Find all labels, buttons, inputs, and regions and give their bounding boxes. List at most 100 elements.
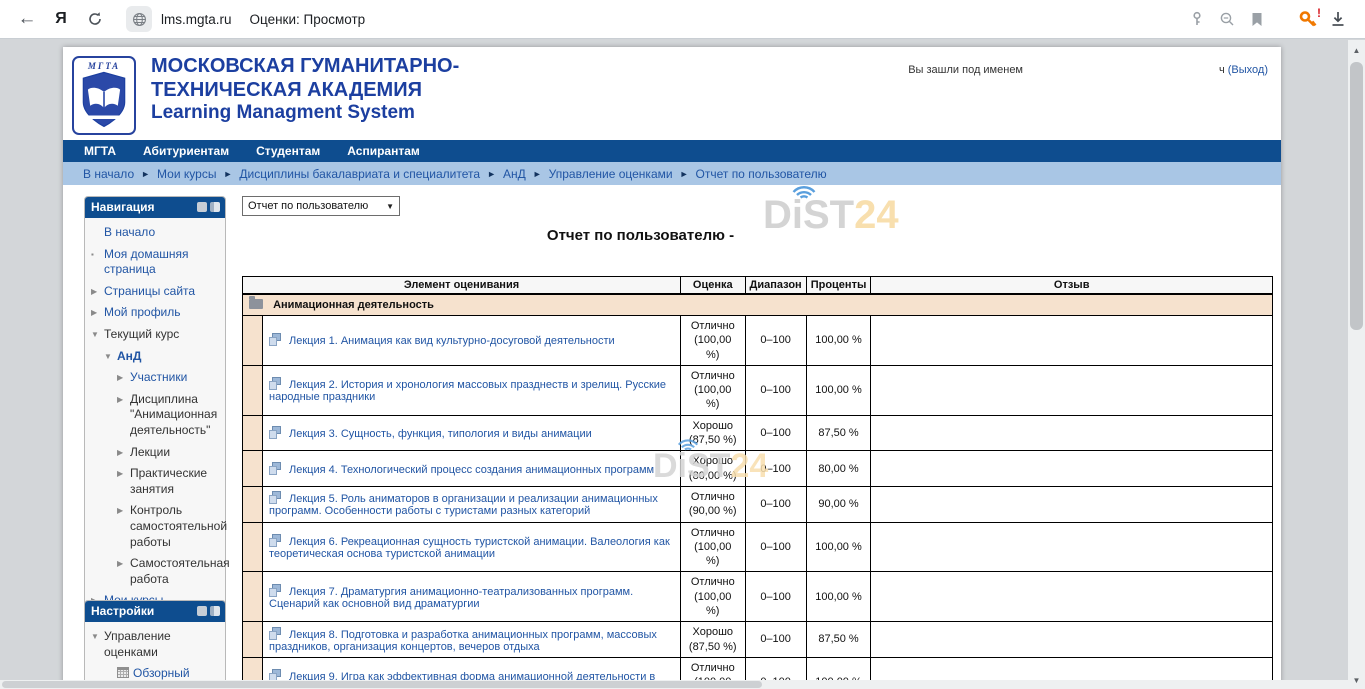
sidebar-tree-item[interactable]: ▶ Контроль самостоятельной работы: [91, 503, 222, 550]
breadcrumb-link[interactable]: Дисциплины бакалавриата и специалитета: [239, 167, 480, 181]
grade-item-cell: Лекция 1. Анимация как вид культурно-дос…: [263, 316, 681, 366]
lesson-icon: [269, 534, 282, 547]
percent-cell: 100,00 %: [806, 522, 871, 572]
grade-item-cell: Лекция 8. Подготовка и разработка анимац…: [263, 622, 681, 658]
bookmark-icon[interactable]: [1242, 4, 1272, 34]
grade-item-cell: Лекция 2. История и хронология массовых …: [263, 365, 681, 415]
folder-icon: [249, 299, 263, 309]
main-menu-item[interactable]: Аспирантам: [347, 144, 420, 158]
sidebar-tree-item[interactable]: ▶ Лекции: [91, 445, 222, 461]
grade-item-cell: Лекция 4. Технологический процесс создан…: [263, 451, 681, 487]
grade-item-link[interactable]: Лекция 3. Сущность, функция, типология и…: [289, 428, 592, 440]
scroll-up-arrow[interactable]: ▲: [1348, 42, 1365, 58]
breadcrumb-link[interactable]: Мои курсы: [157, 167, 216, 181]
navigation-block-title: Навигация: [91, 200, 155, 214]
feedback-cell: [871, 415, 1273, 451]
tree-marker-icon: ▶: [117, 556, 130, 587]
settings-block-title: Настройки: [91, 604, 154, 618]
category-cell: Анимационная деятельность: [243, 294, 1273, 316]
sidebar-tree-item[interactable]: ▼ Текущий курс: [91, 327, 222, 343]
sidebar-tree-item[interactable]: ▪ Моя домашняя страница: [91, 247, 222, 278]
sidebar-tree-item[interactable]: ▼ Управление оценками: [91, 629, 222, 660]
academy-title-line2: ТЕХНИЧЕСКАЯ АКАДЕМИЯ: [151, 79, 459, 103]
tree-marker-icon: [91, 225, 104, 241]
grade-item-link[interactable]: Лекция 2. История и хронология массовых …: [269, 379, 666, 403]
main-menu: МГТА Абитуриентам Студентам Аспирантам: [63, 140, 1281, 162]
feedback-cell: [871, 622, 1273, 658]
password-manager-icon[interactable]: [1182, 4, 1212, 34]
refresh-button[interactable]: [78, 4, 112, 34]
scroll-down-arrow[interactable]: ▼: [1348, 672, 1365, 688]
percent-cell: 87,50 %: [806, 622, 871, 658]
sidebar-tree-item[interactable]: ▶ Дисциплина "Анимационная деятельность": [91, 392, 222, 439]
tree-item-label: Дисциплина "Анимационная деятельность": [130, 392, 222, 439]
grade-item-link[interactable]: Лекция 7. Драматургия анимационно-театра…: [269, 586, 633, 610]
indent-cell: [243, 622, 263, 658]
address-url[interactable]: lms.mgta.ru: [161, 12, 232, 27]
main-menu-item[interactable]: Абитуриентам: [143, 144, 229, 158]
tree-item-label: Лекции: [130, 445, 170, 461]
main-menu-item[interactable]: Студентам: [256, 144, 320, 158]
grade-item-cell: Лекция 7. Драматургия анимационно-театра…: [263, 572, 681, 622]
feedback-cell: [871, 572, 1273, 622]
breadcrumb-link[interactable]: Отчет по пользователю: [696, 167, 827, 181]
navigation-tree: В начало ▪ Моя домашняя страница ▶ Стран…: [85, 218, 225, 623]
grade-item-link[interactable]: Лекция 8. Подготовка и разработка анимац…: [269, 629, 657, 653]
block-dock-icon[interactable]: [210, 606, 220, 616]
academy-logo[interactable]: МГТА: [72, 56, 136, 135]
logout-link[interactable]: (Выход): [1228, 64, 1268, 76]
range-cell: 0–100: [745, 316, 806, 366]
feedback-cell: [871, 316, 1273, 366]
grade-item-cell: Лекция 6. Рекреационная сущность туристс…: [263, 522, 681, 572]
zoom-page-icon[interactable]: [1212, 4, 1242, 34]
percent-cell: 90,00 %: [806, 486, 871, 522]
feedback-cell: [871, 451, 1273, 487]
sidebar-tree-item[interactable]: ▶ Практические занятия: [91, 466, 222, 497]
grade-item-link[interactable]: Лекция 1. Анимация как вид культурно-дос…: [289, 335, 615, 347]
breadcrumb-link[interactable]: Управление оценками: [549, 167, 673, 181]
horizontal-scrollbar-thumb[interactable]: [2, 681, 762, 688]
main-menu-item[interactable]: МГТА: [84, 144, 116, 158]
sidebar-tree-item[interactable]: ▶ Мой профиль: [91, 305, 222, 321]
logo-caption: МГТА: [88, 61, 120, 71]
lesson-icon: [269, 462, 282, 475]
grade-table-row: Лекция 3. Сущность, функция, типология и…: [243, 415, 1273, 451]
page-title: Отчет по пользователю -: [125, 227, 1156, 245]
tree-item-label: АнД: [117, 349, 141, 365]
sidebar-tree-item[interactable]: ▼ АнД: [91, 349, 222, 365]
yandex-browser-icon[interactable]: Я: [44, 4, 78, 34]
horizontal-scrollbar[interactable]: [0, 680, 1348, 689]
lesson-icon: [269, 584, 282, 597]
block-collapse-icon[interactable]: [197, 606, 207, 616]
vertical-scrollbar-thumb[interactable]: [1350, 62, 1363, 330]
grade-cell: Отлично(100,00 %): [681, 316, 746, 366]
breadcrumb-link[interactable]: АнД: [503, 167, 526, 181]
block-dock-icon[interactable]: [210, 202, 220, 212]
tree-marker-icon: ▼: [91, 629, 104, 660]
indent-cell: [243, 572, 263, 622]
back-button[interactable]: ←: [10, 4, 44, 34]
range-cell: 0–100: [745, 572, 806, 622]
tree-item-label: Страницы сайта: [104, 284, 195, 300]
percent-cell: 100,00 %: [806, 316, 871, 366]
grade-item-link[interactable]: Лекция 4. Технологический процесс создан…: [289, 464, 654, 476]
breadcrumb-link[interactable]: В начало: [83, 167, 134, 181]
sidebar-tree-item[interactable]: ▶ Участники: [91, 370, 222, 386]
sidebar-tree-item[interactable]: ▶ Самостоятельная работа: [91, 556, 222, 587]
download-button[interactable]: [1323, 4, 1353, 34]
extension-key-icon[interactable]: !: [1293, 4, 1323, 34]
range-cell: 0–100: [745, 622, 806, 658]
tree-item-label: Участники: [130, 370, 187, 386]
report-type-select[interactable]: Отчет по пользователю ▼: [242, 196, 400, 216]
tree-item-label: Практические занятия: [130, 466, 222, 497]
block-collapse-icon[interactable]: [197, 202, 207, 212]
tree-marker-icon: ▼: [91, 327, 104, 343]
indent-cell: [243, 486, 263, 522]
grade-cell: Хорошо(80,00 %): [681, 451, 746, 487]
vertical-scrollbar[interactable]: ▲ ▼: [1348, 40, 1365, 689]
sidebar-tree-item[interactable]: ▶ Страницы сайта: [91, 284, 222, 300]
grade-item-link[interactable]: Лекция 5. Роль аниматоров в организации …: [269, 493, 658, 517]
grade-item-link[interactable]: Лекция 6. Рекреационная сущность туристс…: [269, 536, 670, 560]
site-globe-icon[interactable]: [126, 6, 152, 32]
percent-cell: 100,00 %: [806, 365, 871, 415]
